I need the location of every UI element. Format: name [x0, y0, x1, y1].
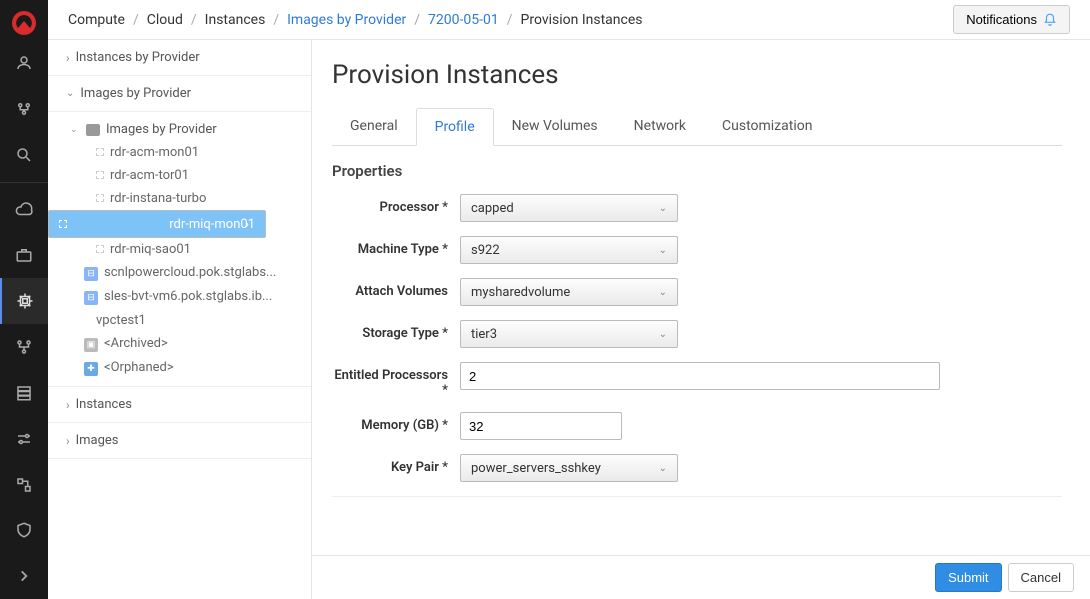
tab-general[interactable]: General [332, 108, 416, 145]
folder-icon [86, 124, 100, 136]
bc-compute[interactable]: Compute [68, 12, 125, 28]
processor-select[interactable]: capped⌄ [460, 194, 678, 222]
sidebar-group-images[interactable]: Images [48, 423, 311, 459]
section-title: Properties [332, 162, 1062, 180]
chevron-down-icon: ⌄ [659, 329, 667, 340]
chevron-down-icon: ⌄ [659, 463, 667, 474]
nav-chip-icon[interactable] [0, 278, 48, 324]
memory-label: Memory (GB) * [332, 412, 460, 433]
submit-button[interactable]: Submit [935, 563, 1001, 592]
notifications-label: Notifications [966, 12, 1037, 27]
nav-shield-icon[interactable] [0, 507, 48, 553]
tree-leaf-rdr-miq-mon01[interactable]: rdr-miq-mon01 [48, 210, 266, 238]
nav-branch-icon[interactable] [0, 462, 48, 508]
tab-profile[interactable]: Profile [416, 108, 494, 146]
machine-type-label: Machine Type * [332, 236, 460, 257]
tree-leaf-scnlpowercloud[interactable]: ⊟scnlpowercloud.pok.stglabs... [48, 261, 311, 285]
nav-topology-icon[interactable] [0, 324, 48, 370]
memory-input[interactable] [460, 412, 622, 440]
processor-label: Processor * [332, 194, 460, 215]
main-content: Provision Instances General Profile New … [312, 40, 1090, 555]
bc-cloud[interactable]: Cloud [147, 12, 183, 28]
left-nav-rail [0, 0, 48, 599]
sidebar-group-instances-by-provider[interactable]: Instances by Provider [48, 40, 311, 76]
notifications-button[interactable]: Notifications [953, 5, 1070, 34]
sidebar: Instances by Provider Images by Provider… [48, 40, 312, 599]
breadcrumb: Compute/ Cloud/ Instances/ Images by Pro… [68, 12, 643, 28]
chevron-down-icon: ⌄ [659, 287, 667, 298]
nav-storage-icon[interactable] [0, 370, 48, 416]
nav-toolbox-icon[interactable] [0, 233, 48, 279]
footer: Submit Cancel [312, 555, 1090, 599]
storage-type-select[interactable]: tier3⌄ [460, 320, 678, 348]
page-title: Provision Instances [332, 60, 1062, 90]
machine-type-select[interactable]: s922⌄ [460, 236, 678, 264]
tabs: General Profile New Volumes Network Cust… [332, 108, 1062, 146]
nav-sliders-icon[interactable] [0, 416, 48, 462]
tree-leaf-rdr-acm-tor01[interactable]: rdr-acm-tor01 [48, 164, 311, 187]
bc-instances[interactable]: Instances [205, 12, 266, 28]
bc-7200-05-01[interactable]: 7200-05-01 [428, 12, 499, 28]
key-pair-select[interactable]: power_servers_sshkey⌄ [460, 454, 678, 482]
storage-type-label: Storage Type * [332, 320, 460, 341]
attach-volumes-select[interactable]: mysharedvolume⌄ [460, 278, 678, 306]
sidebar-group-images-by-provider[interactable]: Images by Provider [48, 76, 311, 112]
tree-leaf-vpctest1[interactable]: vpctest1 [48, 309, 311, 332]
tab-customization[interactable]: Customization [704, 108, 830, 145]
chevron-down-icon: ⌄ [659, 245, 667, 256]
tab-network[interactable]: Network [616, 108, 704, 145]
bc-images-by-provider[interactable]: Images by Provider [287, 12, 406, 28]
nav-expand-icon[interactable] [0, 553, 48, 599]
sidebar-group-instances[interactable]: Instances [48, 387, 311, 423]
key-pair-label: Key Pair * [332, 454, 460, 475]
tree-leaf-archived[interactable]: ▣<Archived> [48, 332, 311, 356]
tree-root-images[interactable]: Images by Provider [48, 118, 311, 141]
attach-volumes-label: Attach Volumes [332, 278, 460, 299]
nav-user-icon[interactable] [0, 40, 48, 86]
tree-leaf-sles-bvt-vm6[interactable]: ⊟sles-bvt-vm6.pok.stglabs.ib... [48, 285, 311, 309]
bell-icon [1043, 13, 1057, 27]
tab-new-volumes[interactable]: New Volumes [494, 108, 616, 145]
nav-org-icon[interactable] [0, 86, 48, 132]
nav-cloud-icon[interactable] [0, 187, 48, 233]
topbar: Compute/ Cloud/ Instances/ Images by Pro… [48, 0, 1090, 40]
bc-current: Provision Instances [521, 12, 643, 28]
tree-leaf-orphaned[interactable]: ✚<Orphaned> [48, 356, 311, 380]
cancel-button[interactable]: Cancel [1008, 563, 1074, 592]
tree-leaf-rdr-miq-sao01[interactable]: rdr-miq-sao01 [48, 238, 311, 261]
entitled-processors-label: Entitled Processors * [332, 362, 460, 398]
tree-leaf-rdr-acm-mon01[interactable]: rdr-acm-mon01 [48, 141, 311, 164]
app-logo [6, 6, 42, 40]
chevron-down-icon: ⌄ [659, 203, 667, 214]
entitled-processors-input[interactable] [460, 362, 940, 390]
tree-leaf-rdr-instana-turbo[interactable]: rdr-instana-turbo [48, 187, 311, 210]
nav-search-icon[interactable] [0, 132, 48, 178]
